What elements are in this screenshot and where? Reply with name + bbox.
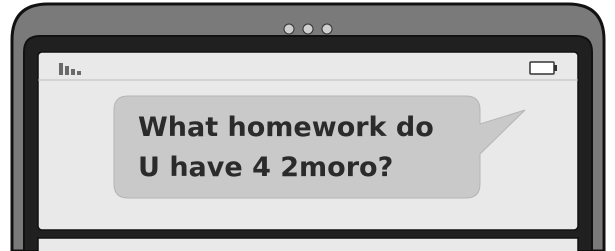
phone-illustration: What homework do U have 4 2moro? (0, 0, 615, 251)
battery-icon (529, 61, 557, 75)
message-line-1: What homework do (138, 112, 434, 143)
keyboard-area (37, 237, 579, 251)
message-text: What homework do U have 4 2moro? (138, 108, 468, 188)
dots-icon (283, 23, 333, 35)
message-line-2: U have 4 2moro? (138, 152, 394, 183)
